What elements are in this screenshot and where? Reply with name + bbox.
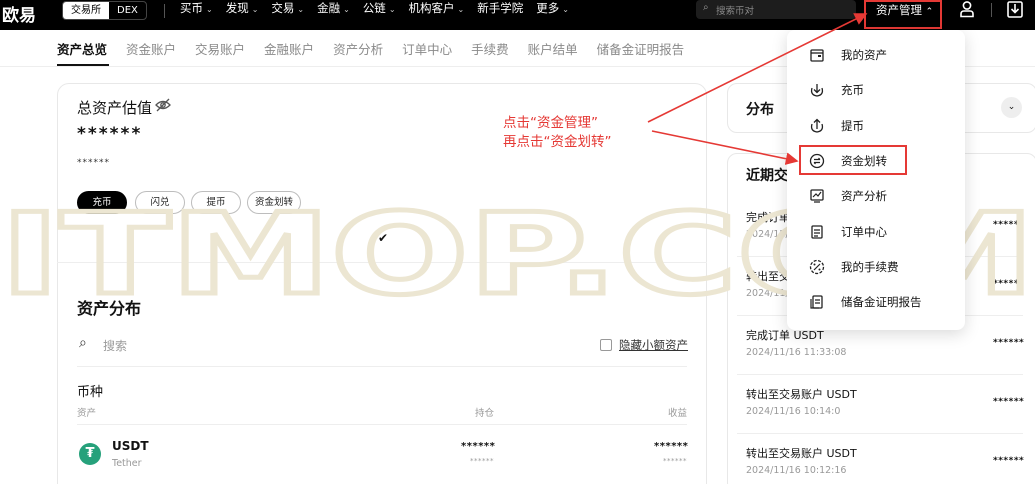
arrow-to-transfer (651, 130, 799, 165)
annotation-arrows (647, 13, 868, 165)
arrow-to-asset-management (647, 13, 868, 123)
